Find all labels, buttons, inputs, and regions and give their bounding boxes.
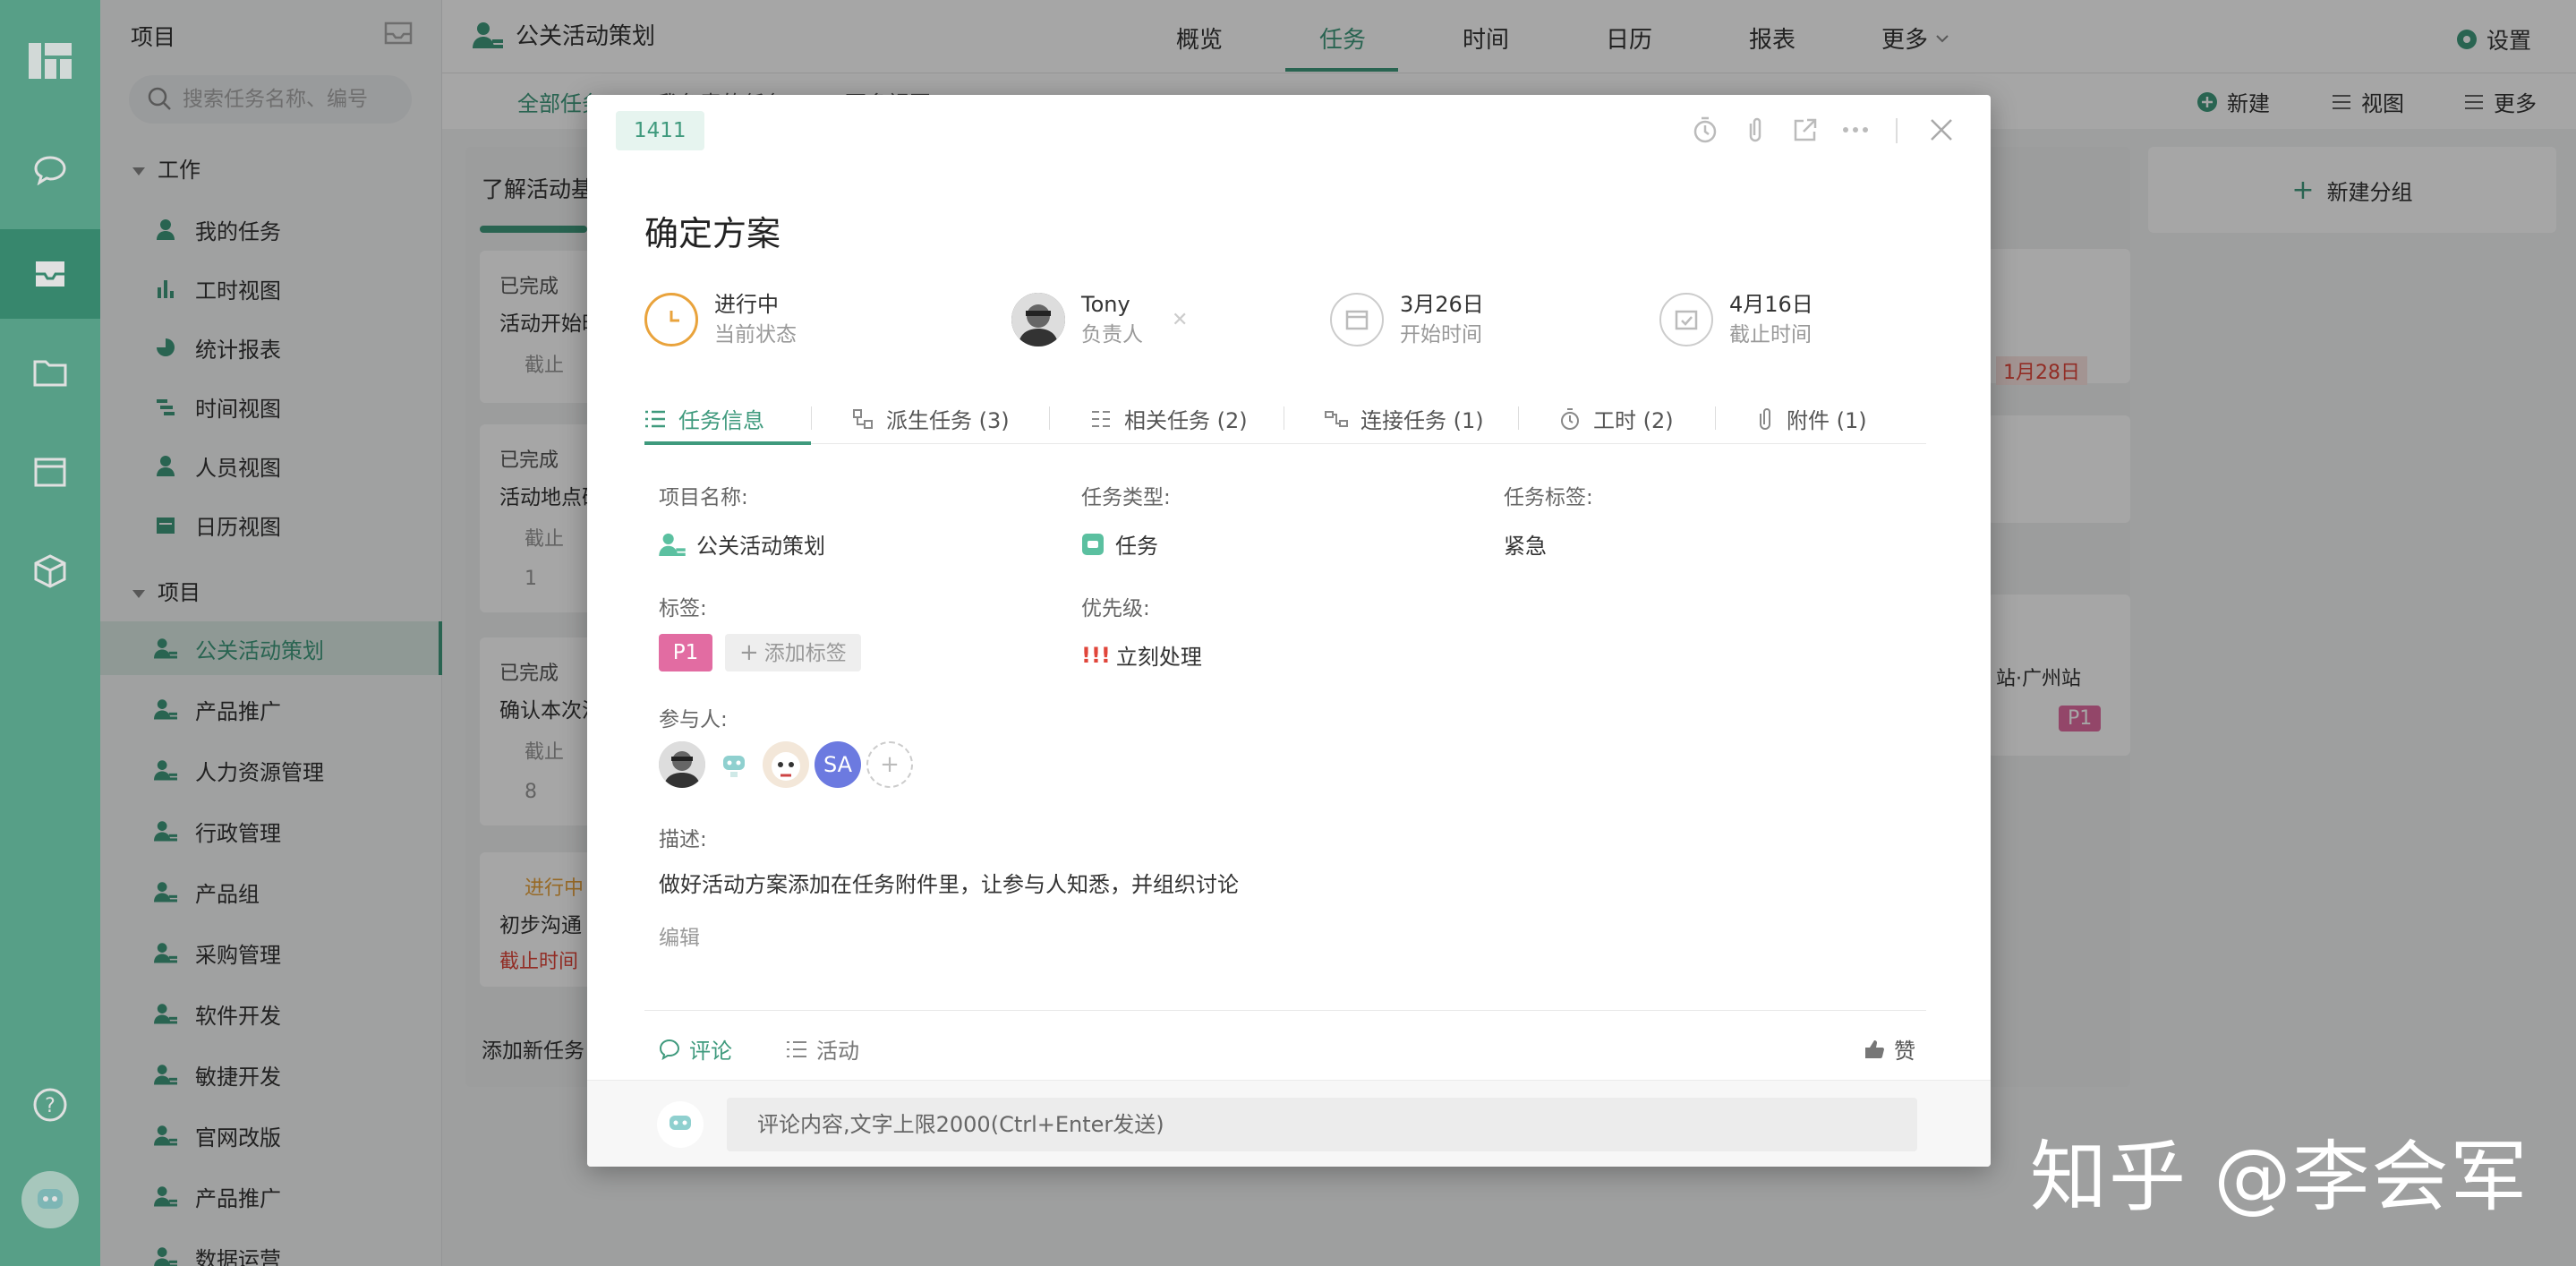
tab-label: 派生任务 (3) [886, 408, 1010, 433]
due-date-label: 截止时间 [1729, 323, 1812, 346]
due-date-value: 4月16日 [1729, 292, 1813, 317]
comment-icon [659, 1039, 680, 1060]
tab-activity[interactable]: 活动 [786, 1033, 859, 1065]
start-date-label: 开始时间 [1400, 323, 1482, 346]
project-name-value[interactable]: 公关活动策划 [659, 528, 825, 560]
detail-tabs: 任务信息 派生任务 (3) 相关任务 (2) 连接任务 (1) 工时 (2) 附… [644, 392, 1926, 445]
tab-divider [1715, 406, 1716, 430]
project-name-label: 项目名称: [659, 486, 748, 509]
status-field[interactable]: 进行中 当前状态 [644, 288, 797, 351]
tab-linked[interactable]: 连接任务 (1) [1325, 403, 1484, 434]
plus-icon: + [739, 639, 759, 666]
project-icon [659, 533, 686, 556]
task-id-badge: 1411 [616, 111, 704, 150]
task-detail-modal: 1411 确定方案 进行中当前状态 Tony 负责人 ✕ 3月26日开始时间 4月… [587, 95, 1991, 1167]
tab-attachments[interactable]: 附件 (1) [1756, 403, 1867, 434]
comment-tab-label: 评论 [689, 1039, 732, 1064]
tab-worktime[interactable]: 工时 (2) [1559, 403, 1674, 434]
close-icon[interactable] [1926, 115, 1957, 145]
my-avatar [657, 1101, 704, 1148]
attachment-icon[interactable] [1740, 115, 1770, 145]
tab-divider [811, 406, 812, 430]
related-icon [1092, 410, 1110, 427]
owner-field[interactable]: Tony 负责人 ✕ [1011, 288, 1188, 351]
task-tag-value[interactable]: 紧急 [1504, 528, 1547, 560]
tab-label: 工时 (2) [1593, 408, 1674, 433]
due-date-field[interactable]: 4月16日截止时间 [1659, 288, 1813, 351]
description-label: 描述: [659, 828, 707, 851]
owner-avatar [1011, 293, 1065, 346]
tag-p1[interactable]: P1 [659, 634, 712, 671]
owner-label: 负责人 [1081, 323, 1143, 346]
owner-value: Tony [1081, 292, 1130, 317]
priority-marks: !!! [1081, 642, 1111, 668]
priority-label: 优先级: [1081, 597, 1150, 620]
link-icon [1325, 410, 1348, 427]
project-name-text: 公关活动策划 [696, 534, 825, 559]
comment-input[interactable]: 评论内容,文字上限2000(Ctrl+Enter发送) [727, 1098, 1917, 1151]
task-title[interactable]: 确定方案 [644, 206, 780, 255]
tags-label: 标签: [659, 597, 707, 620]
add-participant-button[interactable]: + [866, 741, 913, 788]
rail-backdrop [0, 0, 100, 1266]
list-icon [787, 1040, 806, 1057]
attachment-icon [1760, 407, 1770, 430]
clear-owner-icon[interactable]: ✕ [1172, 309, 1188, 331]
priority-text: 立刻处理 [1115, 645, 1202, 670]
open-external-icon[interactable] [1790, 115, 1821, 145]
like-button[interactable]: 赞 [1864, 1033, 1915, 1065]
header-divider [1896, 118, 1898, 143]
calendar-icon [1330, 293, 1384, 346]
task-type-label: 任务类型: [1081, 486, 1171, 509]
participant-avatar[interactable] [659, 741, 705, 788]
status-value: 进行中 [714, 292, 779, 317]
task-type-value[interactable]: 任务 [1081, 528, 1158, 560]
like-label: 赞 [1894, 1039, 1915, 1064]
priority-value[interactable]: !!! 立刻处理 [1081, 639, 1202, 671]
more-dots-icon[interactable] [1840, 115, 1871, 145]
start-date-field[interactable]: 3月26日开始时间 [1330, 288, 1484, 351]
participant-avatar[interactable] [711, 741, 757, 788]
task-tag-label: 任务标签: [1504, 486, 1593, 509]
tab-task-info[interactable]: 任务信息 [644, 403, 764, 434]
add-tag-label: 添加标签 [763, 642, 847, 665]
tab-label: 连接任务 (1) [1361, 408, 1484, 433]
tab-related[interactable]: 相关任务 (2) [1090, 403, 1248, 434]
subtask-icon [853, 408, 873, 429]
activity-tab-label: 活动 [816, 1039, 859, 1064]
tab-label: 附件 (1) [1787, 408, 1867, 433]
tab-label: 任务信息 [678, 408, 764, 433]
edit-description-button[interactable]: 编辑 [659, 920, 700, 951]
tab-comments[interactable]: 评论 [659, 1033, 732, 1065]
modal-scrollbar[interactable] [1983, 161, 1989, 860]
watermark: 知乎 @李会军 [2030, 1133, 2529, 1222]
tab-divider [1518, 406, 1519, 430]
thumbs-up-icon [1865, 1039, 1884, 1058]
list-icon [645, 410, 665, 427]
calendar-check-icon [1659, 293, 1713, 346]
clock-icon [644, 293, 698, 346]
participant-avatar[interactable] [763, 741, 809, 788]
task-type-text: 任务 [1115, 534, 1158, 559]
tab-subtasks[interactable]: 派生任务 (3) [852, 403, 1010, 434]
participants-label: 参与人: [659, 708, 728, 731]
add-tag-button[interactable]: + 添加标签 [725, 634, 861, 671]
tab-divider [1049, 406, 1050, 430]
timer-icon [1561, 407, 1579, 430]
participant-avatar-sa[interactable]: SA [815, 741, 861, 788]
start-date-value: 3月26日 [1400, 292, 1484, 317]
tab-label: 相关任务 (2) [1124, 408, 1248, 433]
tab-underline [644, 441, 811, 445]
timer-icon[interactable] [1690, 115, 1720, 145]
description-text[interactable]: 做好活动方案添加在任务附件里，让参与人知悉，并组织讨论 [659, 867, 1239, 898]
status-label: 当前状态 [714, 323, 797, 346]
task-type-icon [1082, 533, 1104, 555]
bottom-divider [644, 1010, 1926, 1011]
